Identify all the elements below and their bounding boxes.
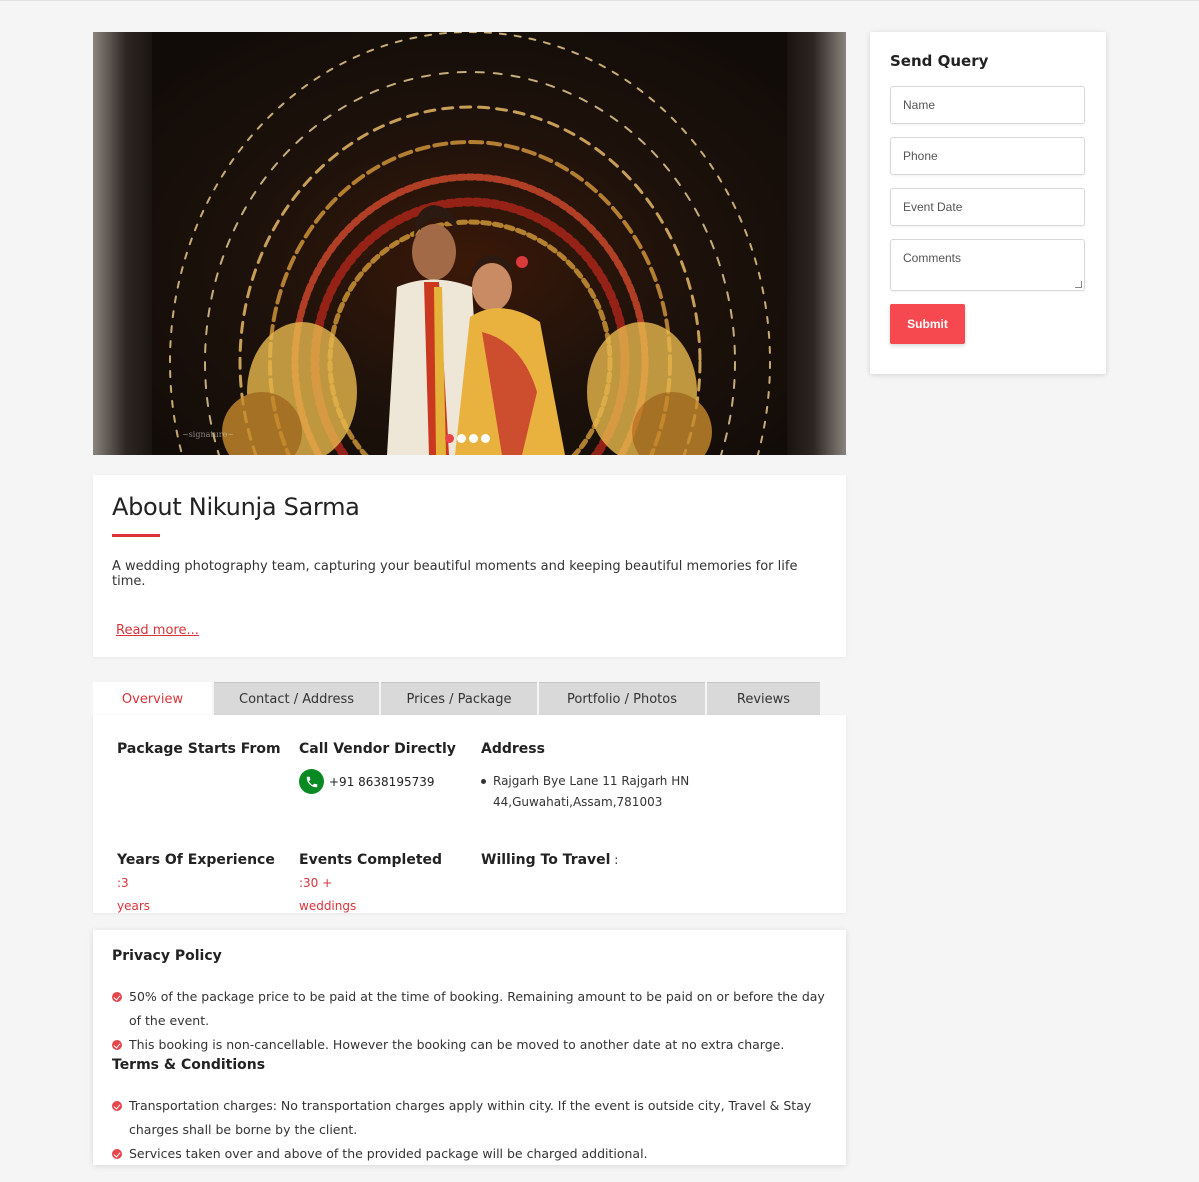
experience-block: Years Of Experience :3 years <box>117 848 277 917</box>
carousel-dot-4[interactable] <box>481 434 490 443</box>
terms-list: Transportation charges: No transportatio… <box>112 1094 827 1166</box>
events-value: 30 + <box>303 876 333 890</box>
check-circle-icon <box>112 1149 122 1159</box>
experience-value: 3 <box>121 876 129 890</box>
travel-block: Willing To Travel : <box>481 848 618 871</box>
read-more-link[interactable]: Read more... <box>116 623 199 638</box>
wedding-couple-photo: ~signature~ <box>152 32 787 455</box>
event-date-input[interactable]: Event Date <box>890 188 1085 226</box>
terms-item-text: Services taken over and above of the pro… <box>129 1146 648 1161</box>
address-block: Address Rajgarh Bye Lane 11 Rajgarh HN 4… <box>481 741 701 813</box>
privacy-list: 50% of the package price to be paid at t… <box>112 985 827 1057</box>
call-label: Call Vendor Directly <box>299 741 456 757</box>
tab-portfolio-photos[interactable]: Portfolio / Photos <box>539 682 705 715</box>
comments-textarea[interactable]: Comments <box>890 239 1085 291</box>
tab-prices-package[interactable]: Prices / Package <box>381 682 537 715</box>
carousel-indicators <box>445 434 490 443</box>
carousel-blur-left <box>93 32 153 455</box>
title-underline <box>112 534 160 537</box>
package-label: Package Starts From <box>117 741 281 757</box>
address-label: Address <box>481 741 545 757</box>
top-divider <box>0 0 1199 1</box>
carousel-blur-right <box>787 32 846 455</box>
overview-panel: Package Starts From Call Vendor Directly… <box>93 715 846 913</box>
check-circle-icon <box>112 1101 122 1111</box>
tab-reviews[interactable]: Reviews <box>707 682 820 715</box>
send-query-card: Send Query Name Phone Event Date Comment… <box>870 32 1106 374</box>
phone-icon <box>299 769 324 794</box>
phone-input[interactable]: Phone <box>890 137 1085 175</box>
events-label: Events Completed <box>299 852 443 868</box>
about-section: About Nikunja Sarma A wedding photograph… <box>93 475 846 657</box>
phone-row[interactable]: +91 8638195739 <box>299 769 456 794</box>
tab-overview[interactable]: Overview <box>93 682 212 715</box>
experience-unit: years <box>117 899 151 913</box>
name-input[interactable]: Name <box>890 86 1085 124</box>
terms-title: Terms & Conditions <box>112 1057 266 1073</box>
package-block: Package Starts From <box>117 741 281 757</box>
check-circle-icon <box>112 992 122 1002</box>
phone-number[interactable]: +91 8638195739 <box>329 775 435 789</box>
privacy-item-text: 50% of the package price to be paid at t… <box>129 989 825 1028</box>
travel-label: Willing To Travel <box>481 852 611 868</box>
about-title: About Nikunja Sarma <box>112 493 360 521</box>
privacy-item: 50% of the package price to be paid at t… <box>112 985 827 1033</box>
tab-contact-address[interactable]: Contact / Address <box>214 682 379 715</box>
address-line-2: 44,Guwahati,Assam,781003 <box>493 795 663 809</box>
experience-label: Years Of Experience <box>117 852 275 868</box>
svg-text:~signature~: ~signature~ <box>182 430 234 439</box>
comments-placeholder: Comments <box>903 251 962 265</box>
terms-item: Transportation charges: No transportatio… <box>112 1094 817 1142</box>
send-query-title: Send Query <box>890 52 989 70</box>
address-item: Rajgarh Bye Lane 11 Rajgarh HN 44,Guwaha… <box>481 771 701 813</box>
events-block: Events Completed :30 + weddings <box>299 848 459 917</box>
address-line-1: Rajgarh Bye Lane 11 Rajgarh HN <box>493 774 690 788</box>
privacy-item: This booking is non-cancellable. However… <box>112 1033 827 1057</box>
privacy-title: Privacy Policy <box>112 948 222 964</box>
privacy-item-text: This booking is non-cancellable. However… <box>129 1037 785 1052</box>
photo-carousel[interactable]: ~signature~ <box>93 32 846 455</box>
policy-section: Privacy Policy 50% of the package price … <box>93 930 846 1165</box>
about-description: A wedding photography team, capturing yo… <box>112 559 798 589</box>
terms-item: Services taken over and above of the pro… <box>112 1142 817 1166</box>
check-circle-icon <box>112 1040 122 1050</box>
submit-button[interactable]: Submit <box>890 304 965 344</box>
events-unit: weddings <box>299 899 357 913</box>
carousel-dot-1[interactable] <box>445 434 454 443</box>
call-block: Call Vendor Directly +91 8638195739 <box>299 741 456 794</box>
carousel-dot-2[interactable] <box>457 434 466 443</box>
travel-sep: : <box>610 853 619 867</box>
resize-handle-icon[interactable] <box>1075 281 1082 288</box>
carousel-dot-3[interactable] <box>469 434 478 443</box>
terms-item-text: Transportation charges: No transportatio… <box>129 1098 812 1137</box>
detail-tabs: Overview Contact / Address Prices / Pack… <box>93 682 820 715</box>
